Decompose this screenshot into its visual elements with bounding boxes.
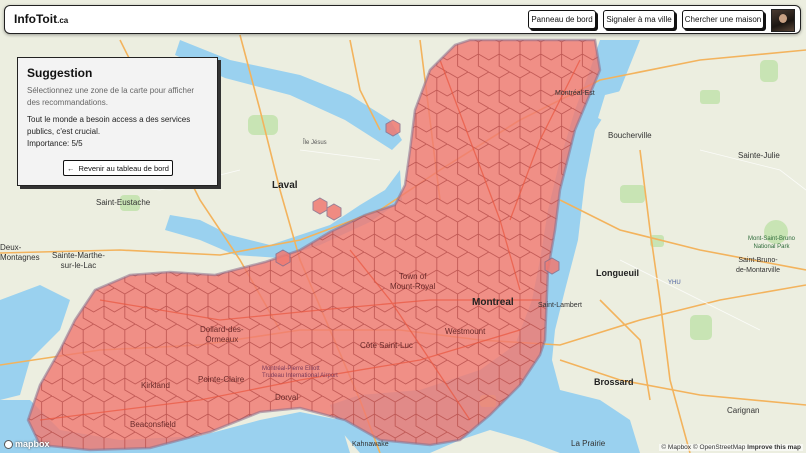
label-mount-royal: Town of Mount-Royal — [390, 272, 436, 291]
label-longueuil: Longueuil — [596, 268, 639, 278]
label-la-prairie: La Prairie — [571, 439, 606, 448]
suggestion-panel: Suggestion Sélectionnez une zone de la c… — [17, 57, 218, 186]
label-dorval: Dorval — [275, 393, 299, 402]
panel-hint: Sélectionnez une zone de la carte pour a… — [27, 86, 195, 107]
label-montreal-est: Montréal-Est — [555, 90, 595, 97]
label-carignan: Carignan — [727, 406, 760, 415]
label-saint-bruno: Saint-Bruno- de-Montarville — [736, 257, 780, 274]
back-button-label: Revenir au tableau de bord — [78, 163, 169, 173]
mapbox-circle-icon — [4, 439, 13, 449]
label-airport: Montréal-Pierre Elliott Trudeau Internat… — [262, 366, 338, 379]
panel-importance: Importance: 5/5 — [27, 139, 83, 148]
osm-attribution-link[interactable]: © OpenStreetMap — [693, 444, 745, 451]
report-button[interactable]: Signaler à ma ville — [603, 10, 675, 29]
label-yhu: YHU — [668, 280, 681, 286]
label-westmount: Westmount — [445, 327, 486, 336]
label-cote-saint-luc: Côte Saint-Luc — [360, 341, 413, 350]
avatar[interactable] — [771, 9, 795, 32]
label-sainte-marthe: Sainte-Marthe- sur-le-Lac — [52, 251, 105, 270]
label-laval: Laval — [272, 180, 298, 191]
search-house-button[interactable]: Chercher une maison — [682, 10, 764, 29]
back-to-dashboard-button[interactable]: ← Revenir au tableau de bord — [63, 160, 173, 176]
top-navbar: InfoToit.ca Panneau de bord Signaler à m… — [4, 5, 801, 34]
arrow-left-icon: ← — [67, 163, 75, 173]
label-mont-saint-bruno: Mont-Saint-Bruno National Park — [748, 236, 796, 250]
label-saint-eustache: Saint-Eustache — [96, 198, 151, 207]
improve-map-link[interactable]: Improve this map — [747, 444, 801, 451]
label-montreal: Montreal — [472, 297, 514, 308]
label-dollard: Dollard-des- Ormeaux — [200, 325, 244, 344]
label-deux-montagnes: Deux- Montagnes — [0, 243, 40, 262]
label-saint-lambert: Saint-Lambert — [538, 302, 582, 309]
label-kirkland: Kirkland — [141, 381, 170, 390]
panel-title: Suggestion — [27, 66, 93, 80]
label-pointe-claire: Pointe-Claire — [198, 375, 245, 384]
label-kahnawake: Kahnawake — [352, 441, 389, 448]
mapbox-attribution-link[interactable]: © Mapbox — [661, 444, 691, 451]
label-beaconsfield: Beaconsfield — [130, 420, 176, 429]
mapbox-logo[interactable]: mapbox — [4, 439, 50, 449]
label-ile-jesus: Île Jésus — [303, 140, 327, 146]
label-boucherville: Boucherville — [608, 131, 652, 140]
panel-message: Tout le monde a besoin access a des serv… — [27, 115, 191, 136]
dashboard-button[interactable]: Panneau de bord — [528, 10, 596, 29]
brand-logo[interactable]: InfoToit.ca — [14, 12, 68, 26]
label-sainte-julie: Sainte-Julie — [738, 151, 780, 160]
map-attribution: © Mapbox © OpenStreetMap Improve this ma… — [659, 444, 803, 451]
label-brossard: Brossard — [594, 377, 634, 387]
